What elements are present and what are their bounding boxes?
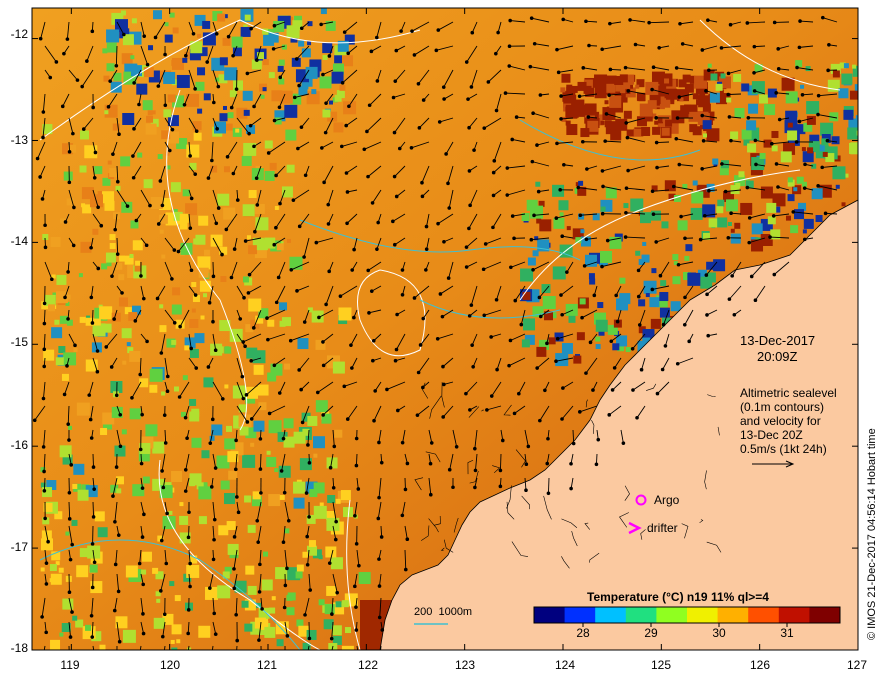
colorbar-segment	[778, 607, 810, 623]
colorbar-segment	[625, 607, 657, 623]
colorbar-segment	[687, 607, 719, 623]
lon-tick-label: 124	[554, 658, 576, 672]
colorbar-tick: 31	[780, 626, 794, 640]
legend-line-4: 13-Dec 20Z	[740, 428, 803, 442]
colorbar-tick: 28	[576, 626, 590, 640]
colorbar-segment	[564, 607, 596, 623]
drifter-label: drifter	[647, 521, 678, 535]
time-label: 20:09Z	[757, 349, 798, 364]
lat-tick-label: -16	[10, 438, 28, 452]
lon-tick-label: 127	[846, 658, 868, 672]
lat-tick-label: -14	[10, 234, 28, 248]
lat-tick-label: -12	[10, 27, 28, 41]
bathymetry-label: 200 1000m	[414, 606, 473, 618]
legend-line-2: (0.1m contours)	[740, 400, 825, 414]
lat-tick-label: -17	[10, 540, 28, 554]
colorbar-segment	[595, 607, 627, 623]
lon-tick-label: 125	[650, 658, 672, 672]
colorbar-segment	[656, 607, 688, 623]
lon-tick-label: 126	[749, 658, 771, 672]
colorbar-segment	[534, 607, 566, 623]
colorbar-segment	[717, 607, 749, 623]
lat-tick-label: -13	[10, 133, 28, 147]
credit-text: © IMOS 21-Dec-2017 04:56:14 Hobart time	[866, 428, 878, 640]
date-label: 13-Dec-2017	[740, 333, 816, 348]
colorbar-tick: 29	[644, 626, 658, 640]
argo-label: Argo	[654, 493, 680, 507]
lon-tick-label: 120	[159, 658, 181, 672]
lon-tick-label: 119	[60, 658, 80, 672]
lat-tick-label: -18	[10, 641, 28, 655]
colorbar-tick: 30	[712, 626, 726, 640]
lon-tick-label: 123	[454, 658, 476, 672]
legend-line-3: and velocity for	[740, 414, 821, 428]
legend-line-1: Altimetric sealevel	[740, 386, 837, 400]
legend-line-5: 0.5m/s (1kt 24h)	[740, 442, 827, 456]
lat-tick-label: -15	[10, 335, 28, 349]
lon-tick-label: 122	[357, 658, 379, 672]
colorbar-segment	[809, 607, 841, 623]
colorbar-segment	[748, 607, 780, 623]
lon-tick-label: 121	[256, 658, 278, 672]
colorbar-title: Temperature (°C) n19 11% ql>=4	[587, 590, 769, 604]
